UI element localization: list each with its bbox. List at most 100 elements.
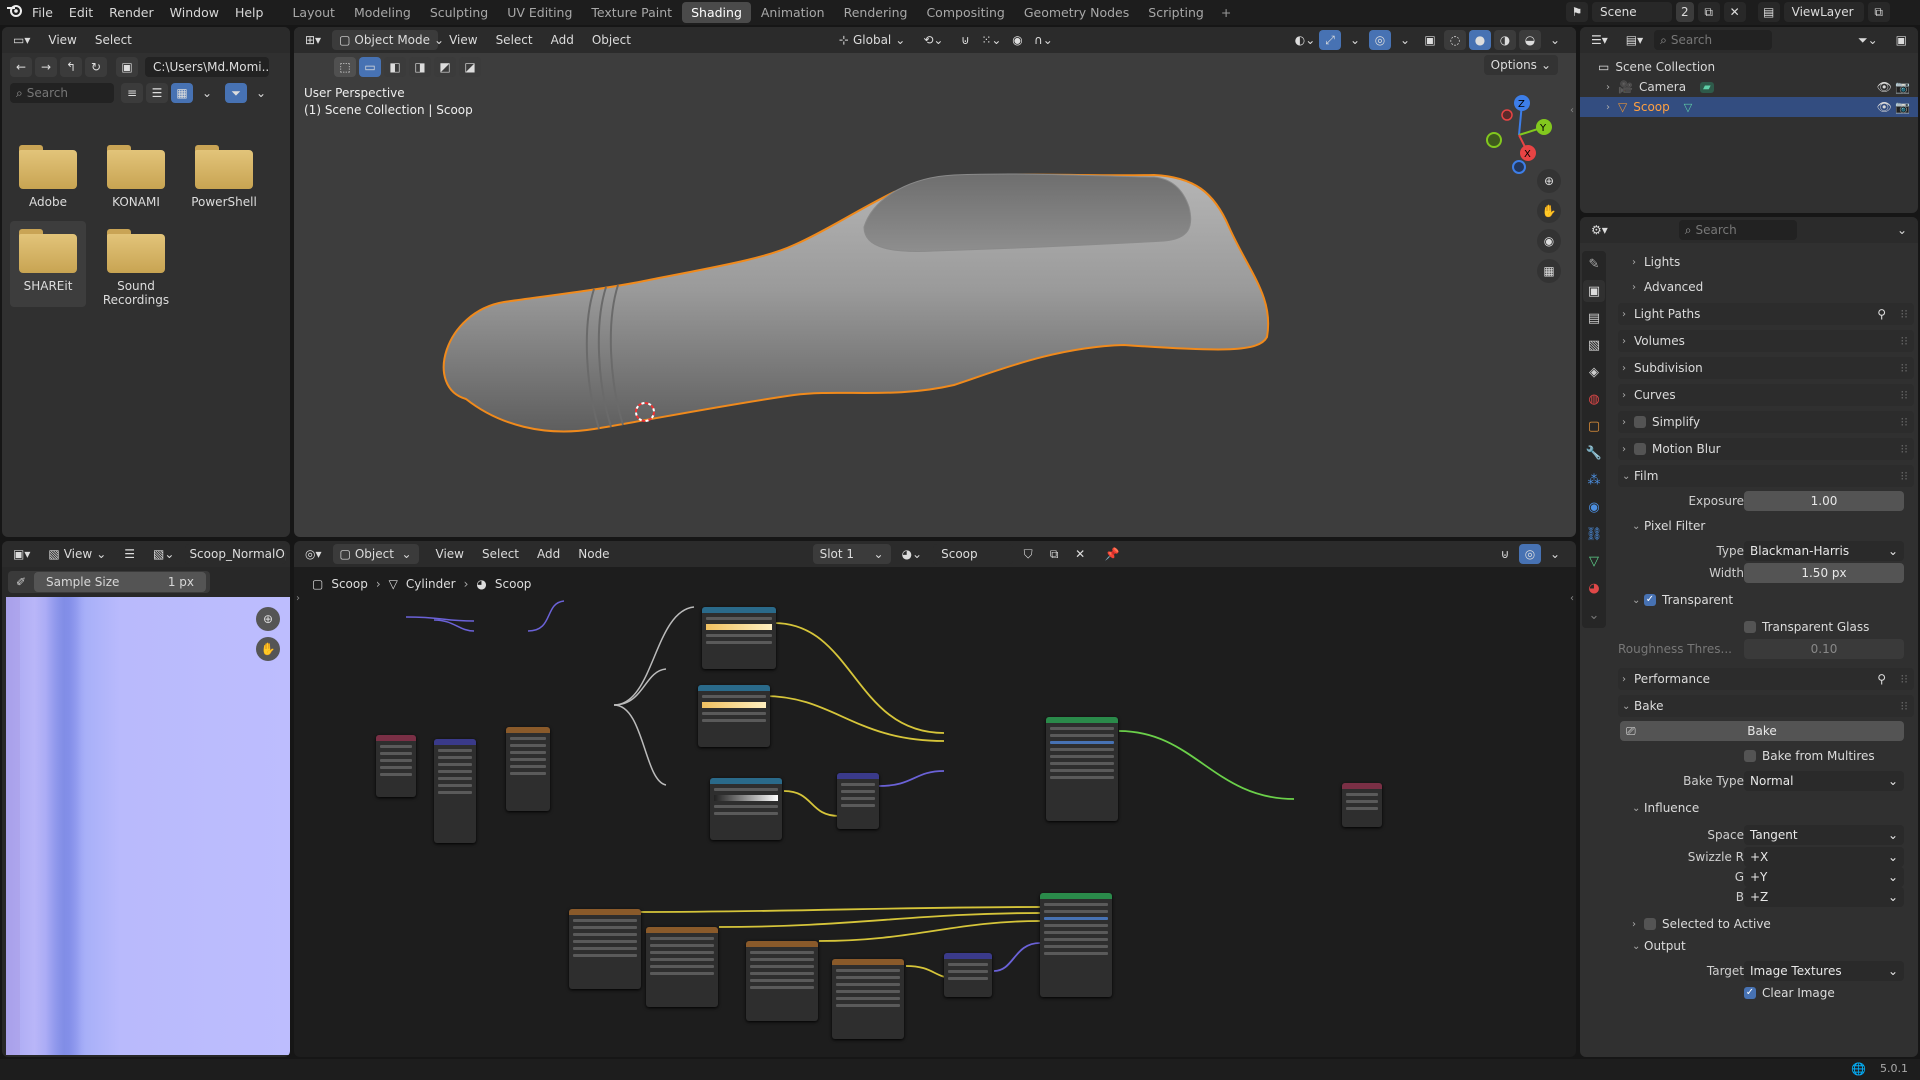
performance-panel[interactable]: › Performance ⚲ ⁝⁝ [1618,668,1914,690]
bake-from-multires-checkbox[interactable] [1744,750,1756,762]
view-layer-field[interactable]: ViewLayer [1783,2,1864,22]
particles-tab-icon[interactable]: ⁂ [1583,469,1605,491]
normal-map-image[interactable] [6,597,290,1055]
drag-handle-icon[interactable]: ⁝⁝ [1900,415,1908,429]
tool-tab-icon[interactable]: ✎ [1583,253,1605,275]
output-subpanel[interactable]: ⌄ Output [1618,935,1914,957]
workspace-tab-compositing[interactable]: Compositing [917,2,1013,23]
outliner-filter-icon[interactable]: ⏷⌄ [1851,30,1885,50]
folder-item[interactable]: Adobe [10,137,86,209]
motion-blur-panel[interactable]: › Motion Blur ⁝⁝ [1618,438,1914,460]
outliner-scene-collection[interactable]: ▭ Scene Collection [1580,57,1918,77]
advanced-subpanel[interactable]: › Advanced [1618,276,1914,298]
render-camera-icon[interactable]: 📷 [1895,100,1910,114]
zoom-icon[interactable]: ⊕ [256,607,280,631]
filter-dropdown-icon[interactable]: ⌄ [250,83,272,103]
transparent-glass-checkbox[interactable] [1744,621,1756,633]
outliner-item-scoop[interactable]: › ▽ Scoop ▽ 👁 📷 [1580,97,1918,117]
bake-from-multires-row[interactable]: Bake from Multires [1618,745,1914,767]
lights-subpanel[interactable]: › Lights [1618,251,1914,273]
new-view-layer-icon[interactable]: ⧉ [1867,2,1890,22]
delete-scene-icon[interactable]: ✕ [1723,2,1746,22]
outliner-editor-type-icon[interactable]: ☰▾ [1584,30,1615,50]
properties-search-input[interactable]: ⌕ Search [1678,220,1797,240]
exposure-field[interactable]: 1.00 [1744,491,1904,511]
display-mode-icon[interactable]: ▤▾ [1619,30,1650,50]
normal-map-node[interactable] [944,953,992,997]
pan-hand-icon[interactable]: ✋ [256,637,280,661]
transparent-glass-row[interactable]: Transparent Glass [1618,616,1914,638]
expand-icon[interactable]: › [1606,102,1618,113]
workspace-tab-uv-editing[interactable]: UV Editing [498,2,581,23]
menu-edit[interactable]: Edit [61,0,101,25]
outliner-item-camera[interactable]: › 🎥 Camera ▰ 👁 📷 [1580,77,1918,97]
drag-handle-icon[interactable]: ⁝⁝ [1900,442,1908,456]
bake-type-dropdown[interactable]: Normal ⌄ [1744,771,1904,791]
simplify-panel[interactable]: › Simplify ⁝⁝ [1618,411,1914,433]
bump-node[interactable] [837,773,879,829]
material-tab-icon[interactable]: ◕ [1583,577,1605,599]
workspace-tab-animation[interactable]: Animation [752,2,834,23]
blender-logo-icon[interactable] [0,0,24,25]
properties-editor-type-icon[interactable]: ⚙▾ [1584,220,1615,240]
parent-directory-icon[interactable]: ↰ [60,57,82,77]
physics-tab-icon[interactable]: ◉ [1583,496,1605,518]
mapping-node[interactable] [434,739,476,843]
folder-item[interactable]: PowerShell [186,137,262,209]
image-browse-icon[interactable]: ▧⌄ [146,544,181,564]
output-tab-icon[interactable]: ▤ [1583,307,1605,329]
view-layer-tab-icon[interactable]: ▧ [1583,334,1605,356]
file-browser-select-menu[interactable]: Select [88,30,139,50]
light-paths-panel[interactable]: › Light Paths ⚲ ⁝⁝ [1618,303,1914,325]
back-icon[interactable]: ← [10,57,32,77]
world-tab-icon[interactable]: ◍ [1583,388,1605,410]
noise-texture-node[interactable] [506,727,550,811]
eyedropper-icon[interactable]: ✐ [8,575,34,589]
file-search-input[interactable]: ⌕ Search [10,83,114,103]
new-folder-icon[interactable]: ▣ [116,57,138,77]
folder-item[interactable]: Sound Recordings [98,221,174,307]
metallic-image-node[interactable] [646,927,718,1007]
expand-icon[interactable]: › [1606,82,1618,93]
scoop-3d-model[interactable] [294,27,1576,537]
view-layer-icon[interactable]: ▤ [1757,2,1780,22]
eye-icon[interactable]: 👁 [1877,100,1892,114]
clear-image-row[interactable]: ✓ Clear Image [1618,982,1914,1004]
pixel-filter-subpanel[interactable]: ⌄ Pixel Filter [1618,515,1914,537]
horizontal-list-icon[interactable]: ☰ [146,83,168,103]
render-camera-icon[interactable]: 📷 [1895,80,1910,94]
presets-icon[interactable]: ⚲ [1877,672,1886,686]
add-workspace-icon[interactable]: + [1213,0,1239,25]
swizzle-b-dropdown[interactable]: +Z ⌄ [1744,887,1904,907]
material-output-node-1[interactable] [1342,783,1382,827]
image-editor-type-icon[interactable]: ▣▾ [6,544,37,564]
menu-file[interactable]: File [24,0,61,25]
influence-subpanel[interactable]: ⌄ Influence [1618,797,1914,819]
bake-button[interactable]: ⎚ Bake [1620,721,1904,741]
normal-image-node[interactable] [832,959,904,1039]
menu-render[interactable]: Render [101,0,162,25]
workspace-tab-sculpting[interactable]: Sculpting [421,2,497,23]
image-editor-view-dropdown[interactable]: ▧ View ⌄ [41,544,113,564]
subdivision-panel[interactable]: › Subdivision ⁝⁝ [1618,357,1914,379]
filter-width-field[interactable]: 1.50 px [1744,563,1904,583]
file-path-field[interactable]: C:\Users\Md.Momi... [145,57,269,77]
roughness-image-node[interactable] [746,941,818,1021]
file-browser-view-menu[interactable]: View [41,30,83,50]
scene-tab-icon[interactable]: ◈ [1583,361,1605,383]
filter-type-dropdown[interactable]: Blackman-Harris ⌄ [1744,541,1904,561]
selected-to-active-checkbox[interactable] [1644,918,1656,930]
folder-item[interactable]: KONAMI [98,137,174,209]
menu-help[interactable]: Help [227,0,272,25]
workspace-tab-texture-paint[interactable]: Texture Paint [582,2,681,23]
drag-handle-icon[interactable]: ⁝⁝ [1900,388,1908,402]
space-dropdown[interactable]: Tangent ⌄ [1744,825,1904,845]
presets-icon[interactable]: ⚲ [1877,307,1886,321]
motion-blur-checkbox[interactable] [1634,443,1646,455]
curves-panel[interactable]: › Curves ⁝⁝ [1618,384,1914,406]
refresh-icon[interactable]: ↻ [85,57,107,77]
workspace-tab-layout[interactable]: Layout [283,2,344,23]
sample-size-field[interactable]: Sample Size 1 px [34,572,206,592]
base-color-image-node[interactable] [569,909,641,989]
drag-handle-icon[interactable]: ⁝⁝ [1900,699,1908,713]
